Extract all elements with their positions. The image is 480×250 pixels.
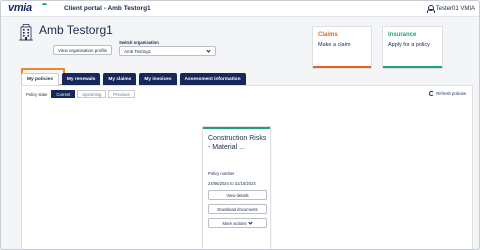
portal-title: Client portal - Amb Testorg1: [64, 5, 151, 12]
top-bar: vmia Client portal - Amb Testorg1 Tester…: [1, 1, 479, 17]
building-icon: [19, 24, 33, 41]
insurance-card[interactable]: Insurance Apply for a policy: [382, 26, 443, 69]
switch-organisation-label: Switch organisation: [119, 40, 159, 45]
chevron-down-icon: [206, 48, 211, 53]
policy-number-label: Policy number: [208, 171, 235, 176]
tab-assessment-information[interactable]: Assessment information: [179, 73, 246, 85]
tab-my-policies[interactable]: My policies: [21, 73, 59, 85]
vmia-logo[interactable]: vmia: [8, 2, 32, 14]
download-documents-button[interactable]: Download documents: [208, 204, 267, 214]
switch-organisation-select[interactable]: Amb Testing1: [119, 46, 216, 56]
user-menu[interactable]: Tester01 VMIA: [426, 5, 475, 13]
main-tabs: My policies My renewals My claims My inv…: [21, 73, 246, 85]
refresh-policies-label: Refresh policies: [436, 91, 466, 96]
refresh-icon: [429, 91, 435, 96]
user-icon: [426, 5, 435, 13]
policy-state-filter: Policy state Current Upcoming Previous: [26, 90, 135, 98]
view-organisation-profile-button[interactable]: View organisation profile: [53, 45, 112, 55]
logo-swoosh-icon: [42, 3, 47, 7]
policy-state-upcoming[interactable]: Upcoming: [77, 90, 107, 98]
policy-card-accent-bar: [203, 127, 270, 129]
chevron-down-icon: [248, 219, 254, 225]
insurance-card-title: Insurance: [388, 32, 417, 38]
insurance-card-accent-bar: [383, 66, 442, 68]
claims-card-title: Claims: [318, 32, 338, 38]
org-name: Amb Testorg1: [39, 23, 113, 37]
tab-my-renewals[interactable]: My renewals: [61, 73, 101, 85]
user-name: Tester01 VMIA: [435, 5, 475, 12]
tab-my-claims[interactable]: My claims: [103, 73, 137, 85]
claims-card[interactable]: Claims Make a claim: [312, 26, 372, 69]
switch-organisation-value: Amb Testing1: [124, 48, 152, 54]
policy-title: Construction Risks - Material ...: [208, 135, 267, 151]
policy-state-previous[interactable]: Previous: [108, 90, 135, 98]
policy-state-current[interactable]: Current: [51, 90, 76, 98]
policy-card: Construction Risks - Material ... Policy…: [202, 126, 271, 249]
claims-card-accent-bar: [313, 66, 371, 68]
policy-dates: 24/06/2024 to 31/10/2024: [208, 181, 256, 186]
app-window: vmia Client portal - Amb Testorg1 Tester…: [0, 0, 480, 250]
policies-panel: Policy state Current Upcoming Previous R…: [21, 85, 473, 249]
claims-card-subtitle: Make a claim: [318, 42, 351, 48]
policy-state-label: Policy state: [26, 91, 48, 97]
insurance-card-subtitle: Apply for a policy: [388, 42, 430, 48]
more-actions-button[interactable]: More actions: [208, 218, 267, 228]
refresh-policies-button[interactable]: Refresh policies: [429, 91, 466, 96]
more-actions-label: More actions: [222, 220, 247, 226]
tab-my-invoices[interactable]: My invoices: [139, 73, 177, 85]
view-details-button[interactable]: View details: [208, 190, 267, 200]
